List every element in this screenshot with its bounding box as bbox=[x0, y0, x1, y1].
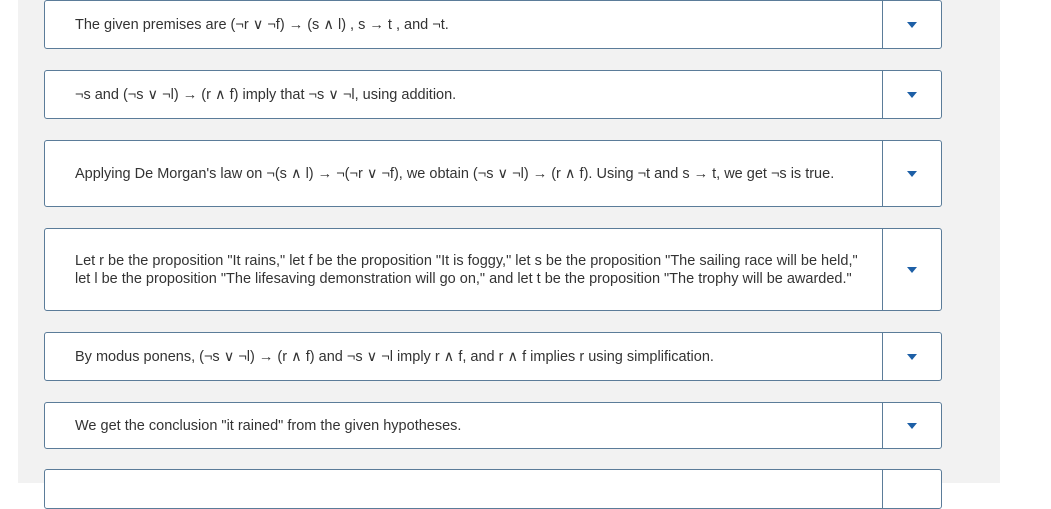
caret-down-icon bbox=[907, 91, 917, 98]
step-dropdown-6[interactable] bbox=[882, 403, 941, 448]
step-row-4: Let r be the proposition "It rains," let… bbox=[44, 228, 942, 311]
caret-down-icon bbox=[907, 170, 917, 177]
caret-down-icon bbox=[907, 422, 917, 429]
step-row-3: Applying De Morgan's law on ¬(s ∧ l) → ¬… bbox=[44, 140, 942, 207]
step-text-4: Let r be the proposition "It rains," let… bbox=[75, 252, 858, 287]
caret-down-icon bbox=[907, 353, 917, 360]
step-row-1: The given premises are (¬r ∨ ¬f) → (s ∧ … bbox=[44, 0, 942, 49]
step-text-6: We get the conclusion "it rained" from t… bbox=[75, 417, 462, 434]
step-dropdown-5[interactable] bbox=[882, 333, 941, 380]
step-dropdown-3[interactable] bbox=[882, 141, 941, 206]
step-dropdown-4[interactable] bbox=[882, 229, 941, 310]
caret-down-icon bbox=[907, 266, 917, 273]
caret-down-icon bbox=[907, 21, 917, 28]
step-text-1: The given premises are (¬r ∨ ¬f) → (s ∧ … bbox=[75, 16, 449, 33]
step-row-6: We get the conclusion "it rained" from t… bbox=[44, 402, 942, 449]
step-dropdown-2[interactable] bbox=[882, 71, 941, 118]
step-row-7 bbox=[44, 469, 942, 509]
step-row-5: By modus ponens, (¬s ∨ ¬l) → (r ∧ f) and… bbox=[44, 332, 942, 381]
step-text-2: ¬s and (¬s ∨ ¬l) → (r ∧ f) imply that ¬s… bbox=[75, 86, 457, 103]
step-dropdown-1[interactable] bbox=[882, 1, 941, 48]
step-row-2: ¬s and (¬s ∨ ¬l) → (r ∧ f) imply that ¬s… bbox=[44, 70, 942, 119]
step-text-5: By modus ponens, (¬s ∨ ¬l) → (r ∧ f) and… bbox=[75, 348, 714, 365]
step-dropdown-7[interactable] bbox=[882, 470, 941, 508]
step-text-3: Applying De Morgan's law on ¬(s ∧ l) → ¬… bbox=[75, 165, 835, 182]
